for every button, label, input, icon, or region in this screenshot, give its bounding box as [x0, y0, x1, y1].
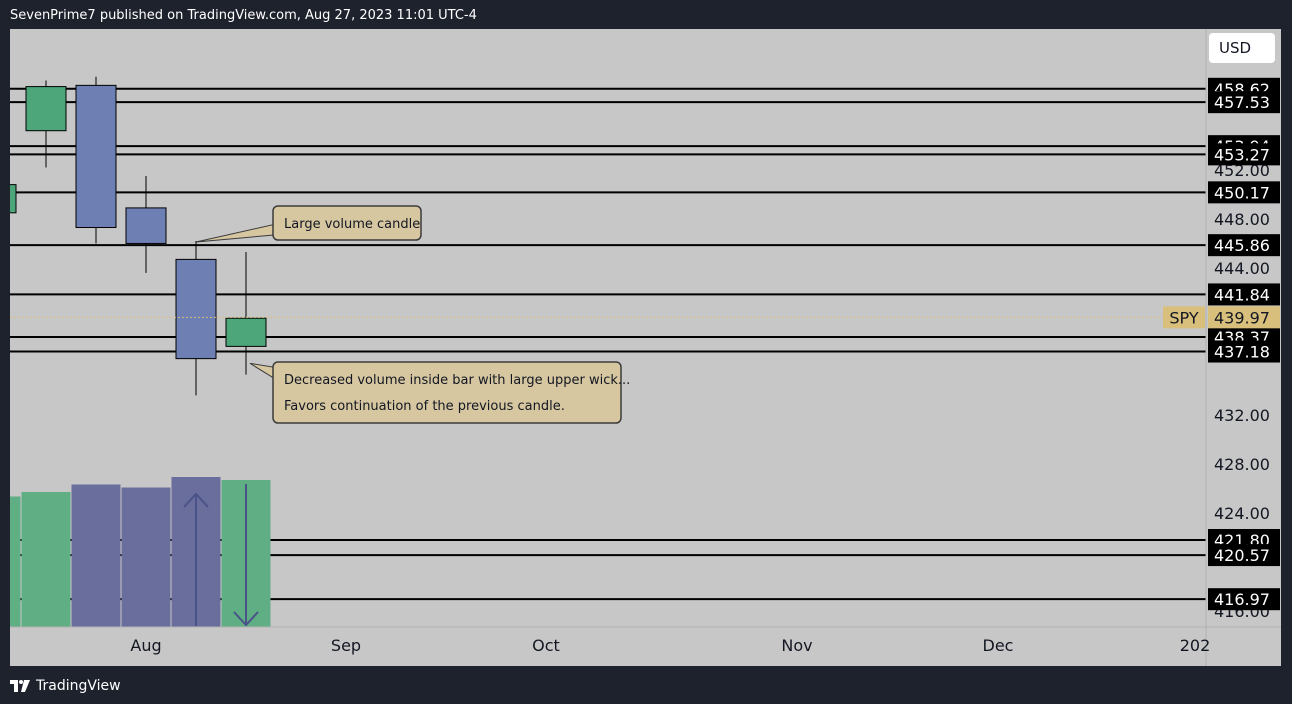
- volume-bar: [121, 487, 171, 627]
- symbol-label: SPY: [1169, 308, 1198, 327]
- volume-bar: [71, 484, 121, 627]
- time-tick-label: Dec: [983, 636, 1014, 655]
- chart-pane[interactable]: SPY Large volume candle Decreased volume …: [10, 29, 1281, 666]
- level-price-label: 416.97: [1214, 590, 1270, 609]
- time-tick-label: Sep: [331, 636, 361, 655]
- callouts: Large volume candle Decreased volume insi…: [195, 205, 630, 424]
- level-price-label: 457.53: [1214, 93, 1270, 112]
- volume-bar: [10, 496, 21, 627]
- level-price-label: 420.57: [1214, 546, 1270, 565]
- candlestick-chart[interactable]: SPY Large volume candle Decreased volume …: [10, 29, 1281, 666]
- currency-button[interactable]: USD: [1209, 33, 1275, 63]
- last-price-label: 439.97: [1214, 308, 1270, 327]
- level-price-label: 445.86: [1214, 236, 1270, 255]
- price-axis: 452.00448.00444.00432.00428.00424.00416.…: [1205, 29, 1281, 666]
- level-price-label: 450.17: [1214, 183, 1270, 202]
- callout-2-text: Decreased volume inside bar with large u…: [284, 373, 630, 388]
- time-tick-label: 202: [1180, 636, 1211, 655]
- footer-brand[interactable]: TradingView: [10, 676, 121, 696]
- footer-brand-label: TradingView: [36, 678, 121, 694]
- candle-body: [125, 207, 167, 244]
- candle-body: [10, 184, 17, 214]
- time-tick-label: Aug: [130, 636, 161, 655]
- candle-body: [75, 84, 117, 229]
- callout-1-text: Large volume candle: [284, 217, 420, 232]
- level-price-label: 441.84: [1214, 285, 1270, 304]
- volume-bar: [21, 492, 71, 627]
- volume-bars: [10, 477, 271, 627]
- time-tick-label: Nov: [781, 636, 812, 655]
- price-tick-label: 444.00: [1214, 259, 1270, 278]
- candle-body: [225, 317, 267, 347]
- candle-body: [175, 258, 217, 360]
- callout-1-pointer: [195, 221, 286, 243]
- time-tick-label: Oct: [532, 636, 560, 655]
- level-price-label: 437.18: [1214, 343, 1270, 362]
- tradingview-logo-icon: [10, 680, 30, 692]
- publish-header: SevenPrime7 published on TradingView.com…: [10, 8, 477, 23]
- callout-2-text: Favors continuation of the previous cand…: [284, 399, 565, 414]
- price-tick-label: 424.00: [1214, 504, 1270, 523]
- candle-body: [25, 86, 67, 132]
- price-tick-label: 428.00: [1214, 455, 1270, 474]
- time-axis: Aug Sep Oct Nov Dec 202: [10, 626, 1281, 655]
- price-tick-label: 448.00: [1214, 210, 1270, 229]
- price-tick-label: 432.00: [1214, 406, 1270, 425]
- level-price-label: 453.27: [1214, 145, 1270, 164]
